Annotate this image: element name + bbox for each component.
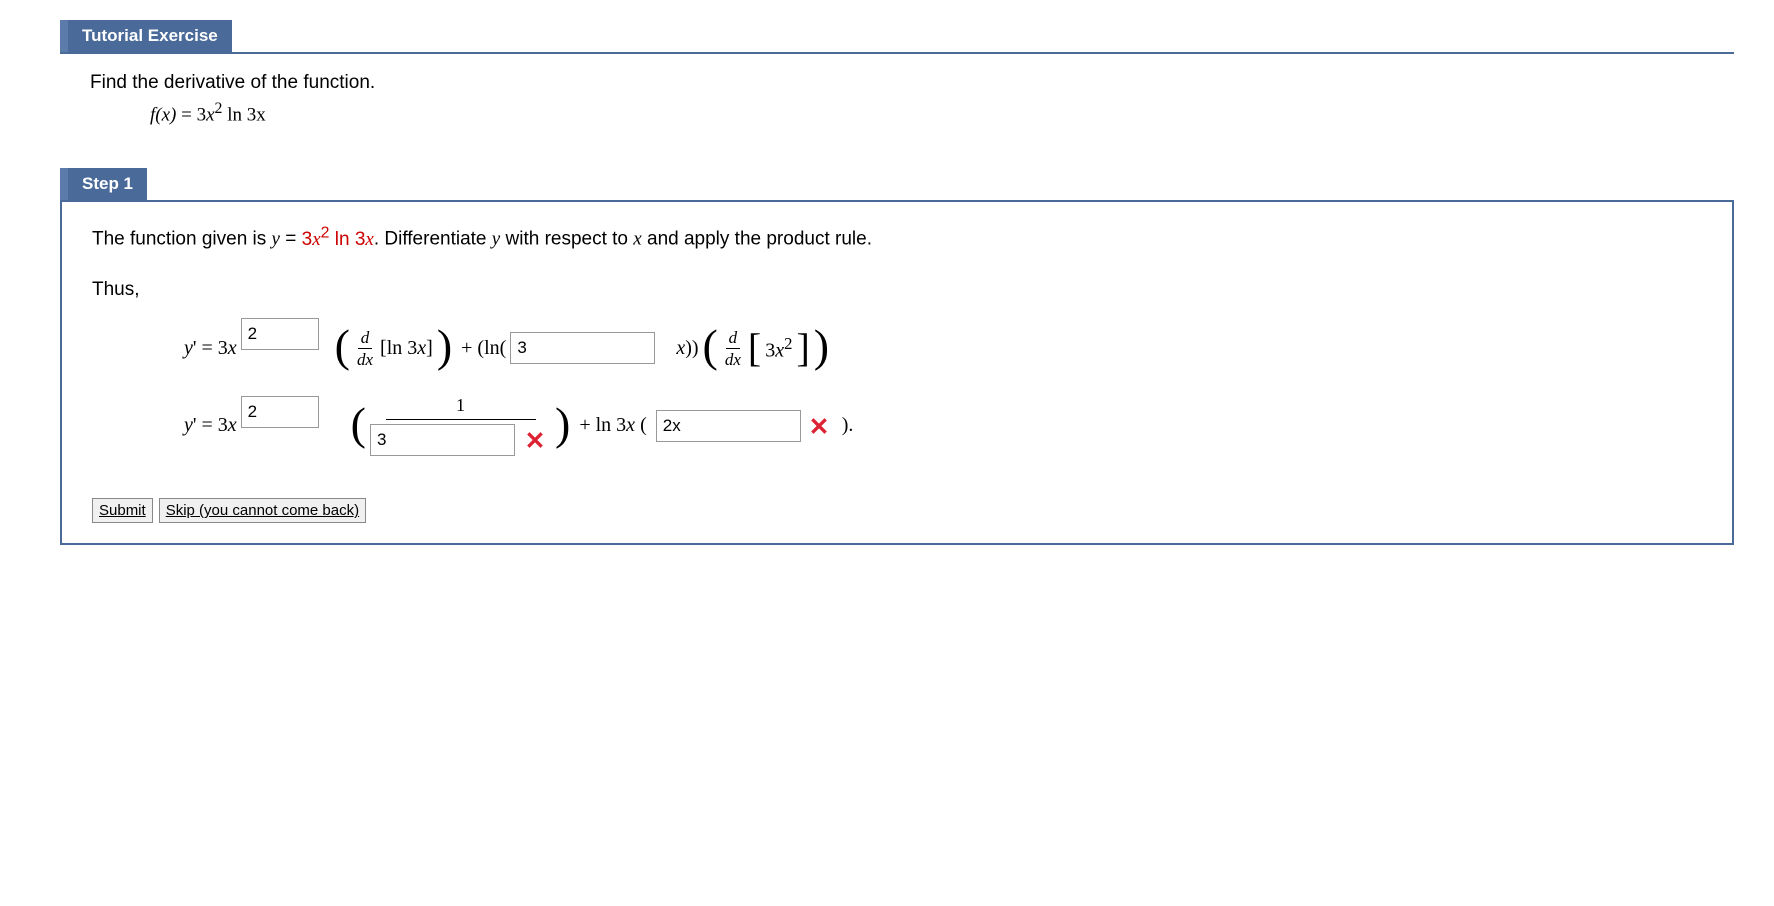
problem-prompt: Find the derivative of the function. — [90, 72, 1714, 94]
cross-icon — [525, 430, 545, 450]
equation-row-1: y' = 3x ( d dx [ln 3x] ) + (ln( x)) — [92, 319, 1712, 377]
step1-box: The function given is y = 3x2 ln 3x. Dif… — [60, 200, 1734, 545]
thus-label: Thus, — [92, 279, 1712, 301]
row2-exp-input[interactable] — [241, 396, 319, 428]
cross-icon — [809, 416, 829, 436]
problem-function: f(x) = 3x2 ln 3x — [90, 94, 1714, 126]
tutorial-header: Tutorial Exercise — [60, 20, 1734, 54]
row2-deriv-input[interactable] — [656, 410, 801, 442]
row1-exp-input[interactable] — [241, 318, 319, 350]
row1-ln-input[interactable] — [510, 332, 655, 364]
tutorial-header-label: Tutorial Exercise — [60, 20, 232, 52]
submit-button[interactable]: Submit — [92, 498, 153, 523]
skip-button[interactable]: Skip (you cannot come back) — [159, 498, 366, 523]
row2-denom-input[interactable] — [370, 424, 515, 456]
equation-row-2: y' = 3x ( 1 ) + ln 3x ( — [92, 395, 1712, 456]
step1-header-label: Step 1 — [60, 168, 147, 200]
step1-instruction: The function given is y = 3x2 ln 3x. Dif… — [92, 222, 1712, 253]
step1-header: Step 1 — [60, 168, 1734, 200]
